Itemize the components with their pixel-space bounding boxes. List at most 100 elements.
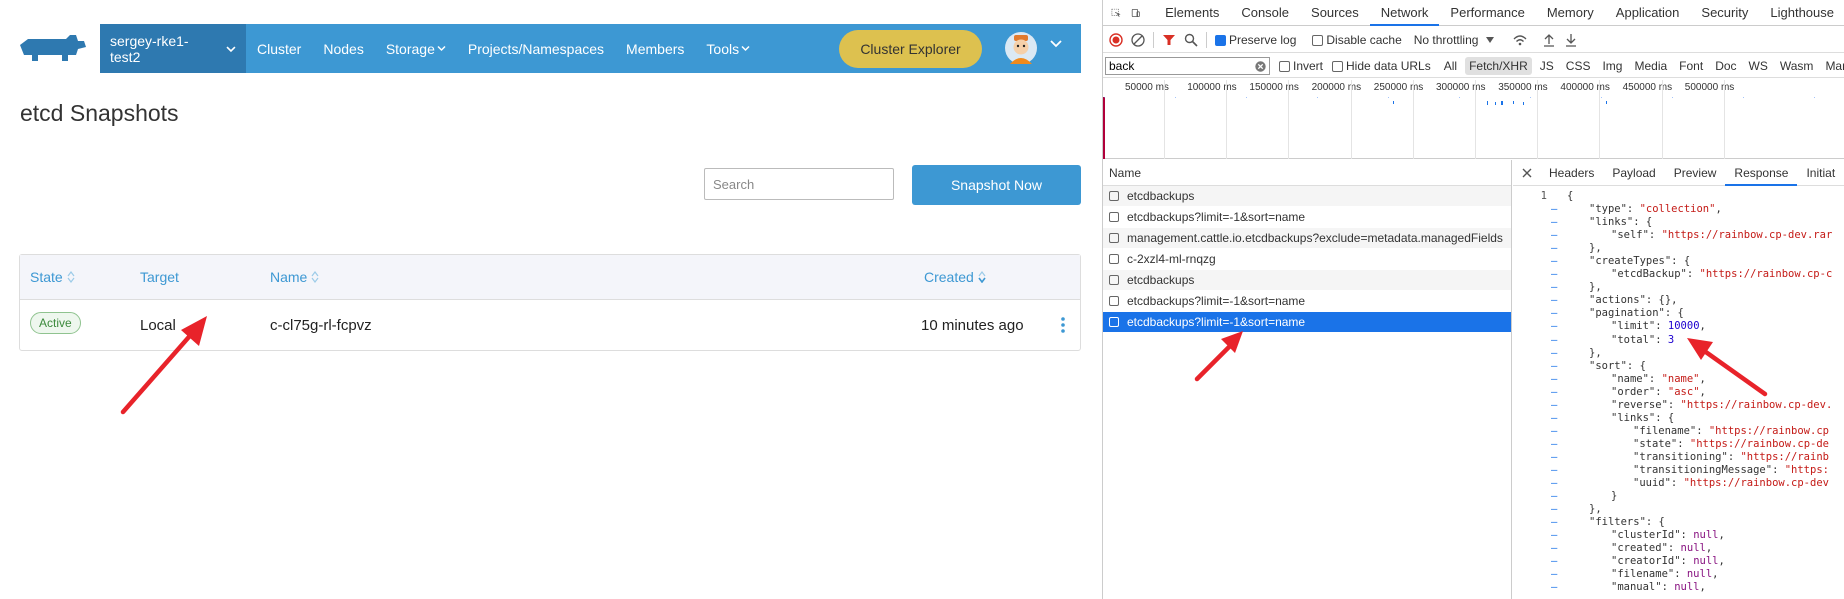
response-tab-initiat[interactable]: Initiat (1797, 160, 1844, 186)
network-conditions-icon[interactable] (1512, 33, 1528, 47)
request-list: etcdbackups etcdbackups?limit=-1&sort=nam… (1103, 186, 1511, 333)
devtools-tab-performance[interactable]: Performance (1439, 0, 1535, 26)
devtools-tab-memory[interactable]: Memory (1536, 0, 1605, 26)
user-avatar[interactable] (1005, 32, 1037, 64)
code-line: –}, (1513, 242, 1844, 255)
line-number (1513, 242, 1551, 255)
code-token: "creatorId": (1611, 555, 1694, 568)
device-toolbar-icon[interactable] (1131, 5, 1141, 21)
type-filter-font[interactable]: Font (1675, 57, 1707, 75)
code-text: "transitioningMessage": "https: (1567, 464, 1829, 477)
created-cell: 10 minutes ago (921, 317, 1024, 334)
code-token: "asc" (1667, 385, 1700, 398)
code-line: – "transitioning": "https://rainb (1513, 451, 1844, 464)
request-name: management.cattle.io.etcdbackups?exclude… (1127, 230, 1503, 245)
devtools-tab-elements[interactable]: Elements (1154, 0, 1230, 26)
chevron-down-icon (226, 45, 236, 52)
record-icon[interactable] (1109, 32, 1123, 47)
code-token: null (1686, 568, 1713, 581)
code-line: – "transitioningMessage": "https: (1513, 464, 1844, 477)
table-row[interactable]: Active Local c-cl75g-rl-fcpvz 10 minutes… (20, 301, 1080, 351)
devtools-tab-sources[interactable]: Sources (1300, 0, 1370, 26)
chevron-down-icon (437, 45, 446, 52)
request-row[interactable]: management.cattle.io.etcdbackups?exclude… (1103, 228, 1511, 249)
devtools-tab-network[interactable]: Network (1369, 0, 1440, 26)
search-input[interactable] (704, 168, 894, 200)
nav-link-members[interactable]: Members (615, 41, 695, 57)
column-header-name[interactable]: Name (270, 269, 319, 285)
disable-cache-checkbox[interactable]: Disable cache (1312, 33, 1402, 47)
gutter-marker: – (1551, 463, 1558, 476)
nav-link-nodes[interactable]: Nodes (312, 41, 374, 57)
clear-filter-icon[interactable] (1255, 60, 1266, 72)
gutter-marker: – (1551, 568, 1558, 581)
throttling-select[interactable]: No throttling (1414, 33, 1495, 47)
code-text: "filters": { (1567, 516, 1665, 529)
type-filter-js[interactable]: JS (1536, 57, 1558, 75)
request-row[interactable]: etcdbackups (1103, 270, 1511, 291)
request-row[interactable]: etcdbackups (1103, 186, 1511, 207)
response-tab-response[interactable]: Response (1725, 160, 1798, 186)
code-line: – "filename": "https://rainbow.cp (1513, 425, 1844, 438)
code-line: – "self": "https://rainbow.cp-dev.rar (1513, 229, 1844, 242)
type-filter-fetch-xhr[interactable]: Fetch/XHR (1465, 56, 1532, 75)
user-menu-chevron-icon[interactable] (1050, 38, 1062, 48)
export-har-icon[interactable] (1564, 33, 1578, 47)
devtools-tab-console[interactable]: Console (1230, 0, 1300, 26)
inspect-element-icon[interactable] (1111, 5, 1121, 21)
type-filter-wasm[interactable]: Wasm (1776, 57, 1818, 75)
type-filter-all[interactable]: All (1440, 57, 1461, 75)
response-body[interactable]: 1{– "type": "collection", – "links": {– "sel… (1513, 190, 1844, 594)
code-token: 3 (1667, 333, 1675, 346)
preserve-log-checkbox[interactable]: Preserve log (1215, 33, 1296, 47)
request-row[interactable]: etcdbackups?limit=-1&sort=name (1103, 312, 1511, 333)
code-token: "actions": {}, (1589, 294, 1678, 307)
name-column-header[interactable]: Name (1103, 160, 1511, 186)
devtools-tab-security[interactable]: Security (1690, 0, 1759, 26)
type-filter-doc[interactable]: Doc (1711, 57, 1740, 75)
table-header: State Target Name Created (20, 255, 1080, 300)
nav-link-projects-namespaces[interactable]: Projects/Namespaces (457, 41, 615, 57)
filter-input[interactable] (1105, 56, 1270, 75)
code-text: "state": "https://rainbow.cp-de (1567, 438, 1829, 451)
type-filter-media[interactable]: Media (1630, 57, 1671, 75)
hide-data-urls-checkbox[interactable]: Hide data URLs (1332, 59, 1431, 73)
response-tab-preview[interactable]: Preview (1665, 160, 1726, 186)
type-filter-mani[interactable]: Mani (1821, 57, 1844, 75)
code-token: "limit": (1611, 320, 1668, 333)
nav-link-storage[interactable]: Storage (375, 41, 457, 57)
column-header-state[interactable]: State (30, 269, 75, 285)
request-row[interactable]: c-2xzl4-ml-rnqzg (1103, 249, 1511, 270)
timeline-overview[interactable] (1103, 96, 1844, 159)
type-filter-ws[interactable]: WS (1745, 57, 1772, 75)
cluster-explorer-button[interactable]: Cluster Explorer (839, 30, 982, 68)
snapshot-now-button[interactable]: Snapshot Now (912, 165, 1081, 205)
code-line: – "name": "name", (1513, 373, 1844, 386)
line-number (1513, 438, 1551, 451)
nav-link-tools[interactable]: Tools (695, 41, 761, 57)
code-text: "actions": {}, (1567, 294, 1678, 307)
close-icon[interactable] (1522, 168, 1532, 178)
search-icon[interactable] (1184, 33, 1198, 47)
cluster-switcher[interactable]: sergey-rke1-test2 (100, 24, 246, 73)
toolbar-divider (1206, 31, 1207, 48)
rancher-logo-icon[interactable] (18, 33, 88, 63)
type-filter-img[interactable]: Img (1598, 57, 1626, 75)
request-row[interactable]: etcdbackups?limit=-1&sort=name (1103, 207, 1511, 228)
response-tab-headers[interactable]: Headers (1540, 160, 1603, 186)
line-number (1513, 425, 1551, 438)
kebab-menu-icon[interactable] (1060, 316, 1066, 334)
column-header-created[interactable]: Created (924, 269, 986, 285)
devtools-tab-application[interactable]: Application (1605, 0, 1691, 26)
devtools-tab-lighthouse[interactable]: Lighthouse (1759, 0, 1844, 26)
code-line: – "limit": 10000, (1513, 320, 1844, 333)
invert-checkbox[interactable]: Invert (1279, 59, 1323, 73)
nav-link-cluster[interactable]: Cluster (246, 41, 312, 57)
type-filter-css[interactable]: CSS (1562, 57, 1595, 75)
import-har-icon[interactable] (1542, 33, 1556, 47)
request-name: etcdbackups (1127, 188, 1195, 203)
request-row[interactable]: etcdbackups?limit=-1&sort=name (1103, 291, 1511, 312)
filter-icon[interactable] (1162, 33, 1176, 47)
clear-icon[interactable] (1131, 32, 1145, 47)
response-tab-payload[interactable]: Payload (1603, 160, 1664, 186)
